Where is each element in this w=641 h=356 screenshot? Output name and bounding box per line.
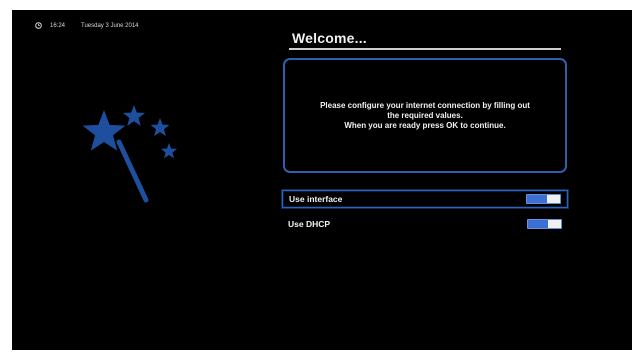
clock-icon — [35, 22, 42, 29]
option-use-interface[interactable]: Use interface — [282, 190, 568, 208]
wizard-screen: 16:24 Tuesday 3 June 2014 Welcome... Ple… — [12, 10, 632, 350]
message-line: When you are ready press OK to continue. — [344, 120, 506, 130]
title-divider — [289, 48, 561, 50]
toggle-on-segment — [527, 195, 547, 203]
magic-wand-icon — [82, 105, 178, 203]
toggle-knob — [547, 220, 561, 228]
status-bar: 16:24 Tuesday 3 June 2014 — [35, 22, 139, 29]
message-line: the required values. — [387, 110, 463, 120]
message-box: Please configure your internet connectio… — [283, 58, 567, 173]
option-use-dhcp[interactable]: Use DHCP — [282, 215, 568, 233]
toggle-knob — [546, 195, 560, 203]
wizard-title: Welcome... — [292, 30, 367, 46]
option-label: Use interface — [289, 194, 343, 204]
toggle-on-segment — [528, 220, 548, 228]
clock-date: Tuesday 3 June 2014 — [81, 22, 139, 29]
wizard-message: Please configure your internet connectio… — [290, 101, 560, 131]
message-line: Please configure your internet connectio… — [320, 100, 530, 110]
use-dhcp-toggle[interactable] — [527, 219, 562, 229]
option-label: Use DHCP — [288, 219, 331, 229]
use-interface-toggle[interactable] — [526, 194, 561, 204]
clock-time: 16:24 — [50, 22, 66, 29]
